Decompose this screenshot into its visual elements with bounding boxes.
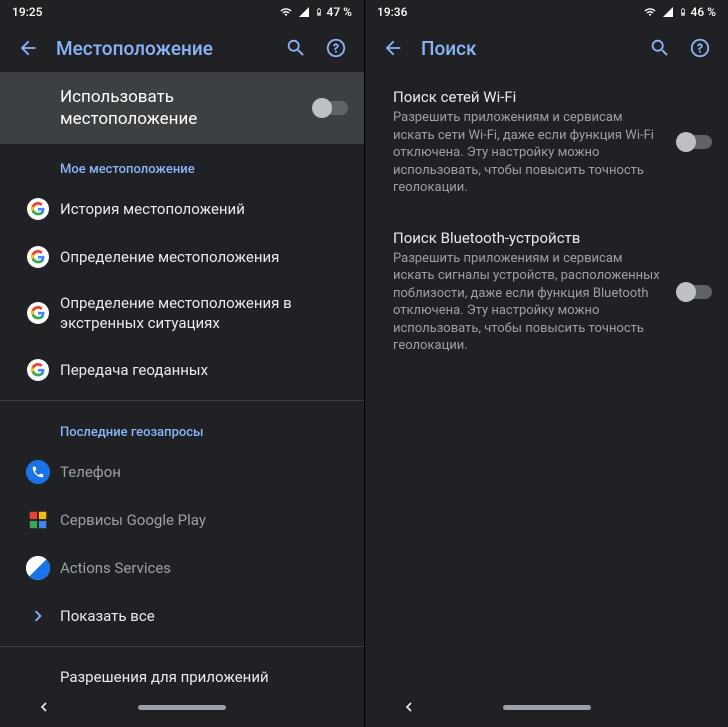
battery-icon — [679, 5, 687, 19]
item-label: История местоположений — [60, 199, 348, 219]
bluetooth-scanning-title: Поиск Bluetooth-устройств — [393, 229, 664, 247]
wifi-icon — [643, 6, 657, 18]
use-location-toggle-row[interactable]: Использовать местоположение — [0, 72, 364, 144]
signal-icon — [297, 6, 311, 18]
divider — [0, 646, 364, 647]
help-icon — [689, 37, 711, 59]
item-location-detect[interactable]: Определение местоположения — [0, 233, 364, 281]
item-label: Определение местоположения — [60, 247, 348, 267]
google-icon — [16, 359, 60, 381]
wifi-scanning-row[interactable]: Поиск сетей Wi-Fi Разрешить приложениям … — [365, 72, 728, 213]
wifi-scanning-title: Поиск сетей Wi-Fi — [393, 88, 664, 106]
nav-home-pill[interactable] — [503, 705, 591, 710]
nav-bar — [365, 687, 728, 727]
status-battery: 47 % — [327, 5, 352, 19]
section-recent-requests: Последние геозапросы — [0, 407, 364, 448]
search-icon — [649, 37, 671, 59]
search-icon — [285, 37, 307, 59]
item-recent-actions-services[interactable]: Actions Services — [0, 544, 364, 592]
phone-left: 19:25 47 % Местоположение Использовать м… — [0, 0, 364, 727]
section-my-location: Мое местоположение — [0, 144, 364, 185]
wifi-scanning-switch[interactable] — [678, 135, 712, 149]
actions-services-icon — [16, 556, 60, 580]
back-arrow-icon — [382, 37, 404, 59]
back-button[interactable] — [8, 28, 48, 68]
nav-bar — [0, 687, 364, 727]
search-button[interactable] — [640, 28, 680, 68]
nav-back-icon[interactable] — [36, 699, 52, 715]
nav-back-icon[interactable] — [401, 699, 417, 715]
status-time: 19:25 — [12, 5, 42, 19]
use-location-switch[interactable] — [314, 101, 348, 115]
status-battery: 46 % — [691, 5, 716, 19]
bluetooth-scanning-switch[interactable] — [678, 285, 712, 299]
help-button[interactable] — [316, 28, 356, 68]
divider — [0, 400, 364, 401]
item-emergency-location[interactable]: Определение местоположения в экстренных … — [0, 281, 364, 346]
use-location-label: Использовать местоположение — [60, 86, 314, 130]
page-title: Местоположение — [48, 37, 276, 60]
status-icons: 46 % — [643, 5, 716, 19]
google-icon — [16, 302, 60, 324]
play-services-icon — [16, 509, 60, 531]
item-recent-play-services[interactable]: Сервисы Google Play — [0, 496, 364, 544]
item-label: Actions Services — [60, 558, 348, 578]
item-label: Передача геоданных — [60, 360, 348, 380]
status-time: 19:36 — [377, 5, 407, 19]
status-bar: 19:36 46 % — [365, 0, 728, 24]
item-label: Показать все — [60, 606, 348, 626]
item-label: Разрешения для приложений — [60, 667, 348, 687]
item-show-all[interactable]: Показать все — [0, 592, 364, 640]
page-title: Поиск — [413, 37, 640, 60]
back-arrow-icon — [17, 37, 39, 59]
item-recent-phone[interactable]: Телефон — [0, 448, 364, 496]
back-button[interactable] — [373, 28, 413, 68]
signal-icon — [661, 6, 675, 18]
nav-home-pill[interactable] — [138, 705, 226, 710]
google-icon — [16, 246, 60, 268]
bluetooth-scanning-row[interactable]: Поиск Bluetooth-устройств Разрешить прил… — [365, 213, 728, 371]
app-bar: Поиск — [365, 24, 728, 72]
google-icon — [16, 198, 60, 220]
status-icons: 47 % — [279, 5, 352, 19]
item-label: Телефон — [60, 462, 348, 482]
battery-icon — [315, 5, 323, 19]
help-button[interactable] — [680, 28, 720, 68]
wifi-scanning-desc: Разрешить приложениям и сервисам искать … — [393, 109, 664, 197]
search-button[interactable] — [276, 28, 316, 68]
item-location-history[interactable]: История местоположений — [0, 185, 364, 233]
item-label: Сервисы Google Play — [60, 510, 348, 530]
app-bar: Местоположение — [0, 24, 364, 72]
status-bar: 19:25 47 % — [0, 0, 364, 24]
phone-app-icon — [16, 460, 60, 484]
bluetooth-scanning-desc: Разрешить приложениям и сервисам искать … — [393, 250, 664, 355]
item-geo-sharing[interactable]: Передача геоданных — [0, 346, 364, 394]
chevron-right-icon — [16, 605, 60, 627]
phone-right: 19:36 46 % Поиск Поиск сетей Wi-Fi Разре… — [364, 0, 728, 727]
item-label: Определение местоположения в экстренных … — [60, 293, 348, 334]
wifi-icon — [279, 6, 293, 18]
help-icon — [325, 37, 347, 59]
